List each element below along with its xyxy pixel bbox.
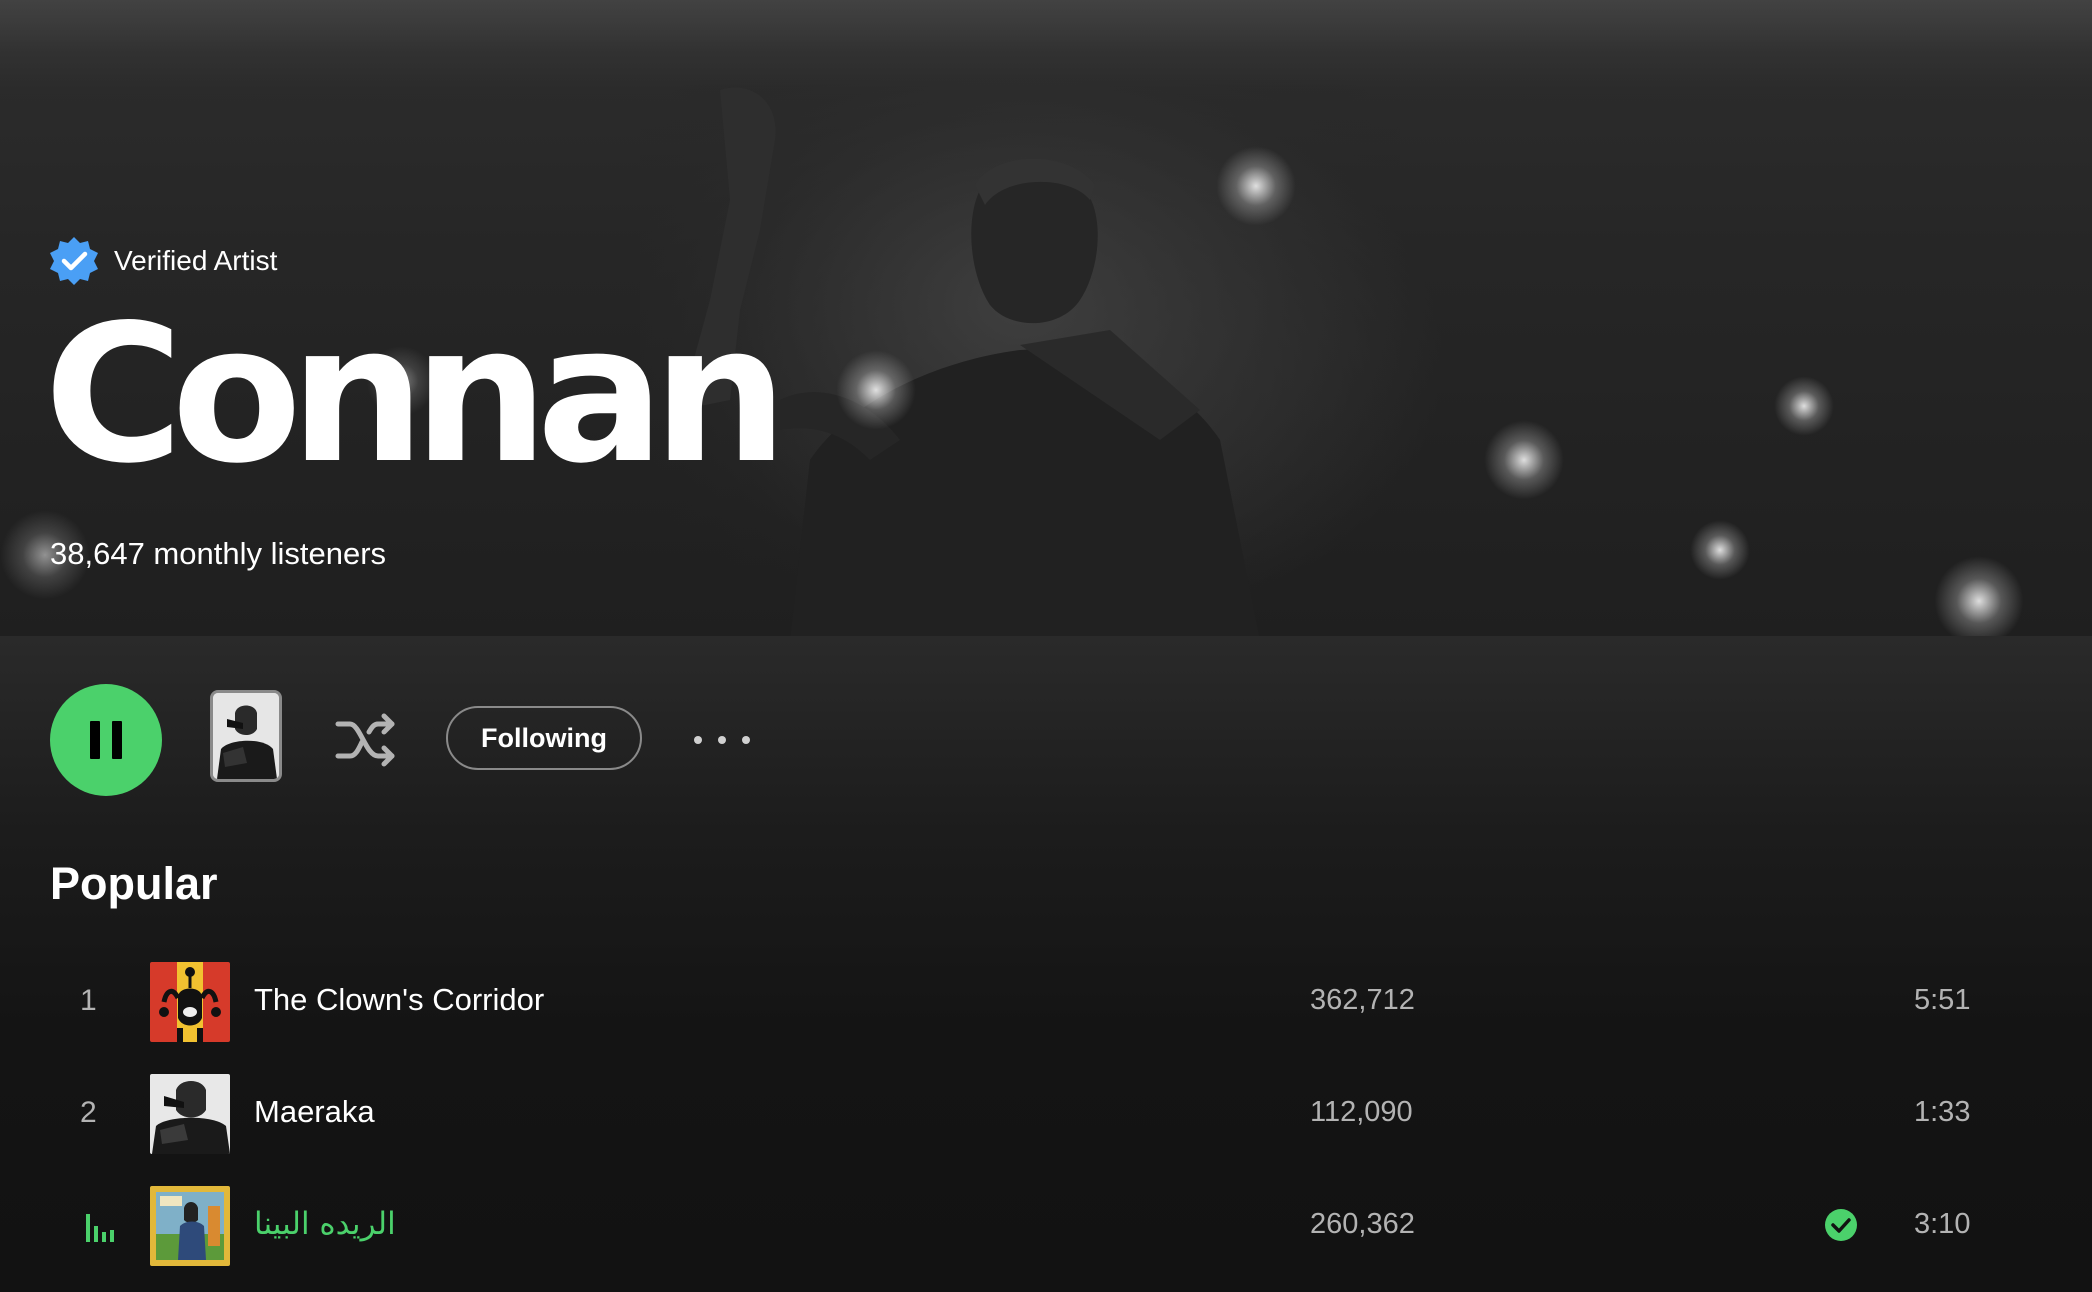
track-index: 1 xyxy=(80,984,97,1017)
bokeh-light xyxy=(1216,146,1296,226)
action-bar: Following xyxy=(50,684,1050,796)
equalizer-icon xyxy=(86,1214,114,1242)
pause-icon xyxy=(90,721,122,759)
bokeh-light xyxy=(1774,376,1834,436)
track-cover-art xyxy=(150,1074,230,1154)
track-cover-art xyxy=(150,962,230,1042)
artist-content: Following Popular 1 The Clown's Corridor… xyxy=(0,636,2092,1292)
more-options-icon[interactable] xyxy=(690,720,754,760)
track-play-count: 112,090 xyxy=(1310,1096,1413,1128)
track-title[interactable]: Maeraka xyxy=(254,1094,375,1130)
track-title[interactable]: The Clown's Corridor xyxy=(254,982,544,1018)
saved-check-icon[interactable] xyxy=(1824,1208,1858,1242)
artist-thumbnail-image xyxy=(213,693,279,779)
track-duration: 3:10 xyxy=(1914,1208,1971,1240)
shuffle-icon[interactable] xyxy=(332,706,400,774)
bokeh-light xyxy=(1690,520,1750,580)
track-row-now-playing[interactable]: الريده البينا 260,362 3:10 xyxy=(50,1178,2040,1274)
verified-artist-label: Verified Artist xyxy=(114,245,278,276)
bokeh-light xyxy=(1484,420,1564,500)
bokeh-light xyxy=(836,350,916,430)
track-duration: 5:51 xyxy=(1914,984,1971,1016)
track-index: 2 xyxy=(80,1096,97,1129)
track-play-count: 362,712 xyxy=(1310,984,1415,1016)
hero-top-shade xyxy=(0,0,2092,90)
following-button[interactable]: Following xyxy=(446,706,642,770)
popular-section-title: Popular xyxy=(50,858,218,909)
track-cover-art xyxy=(150,1186,230,1266)
track-play-count: 260,362 xyxy=(1310,1208,1415,1240)
artist-thumbnail-button[interactable] xyxy=(210,690,282,782)
track-row[interactable]: 1 The Clown's Corridor 362,712 5:51 xyxy=(50,954,2040,1050)
artist-name: Connan xyxy=(44,284,788,505)
artist-header: Verified Artist Connan 38,647 monthly li… xyxy=(0,0,2092,636)
track-row[interactable]: 2 Maeraka 112,090 1:33 xyxy=(50,1066,2040,1162)
track-title[interactable]: الريده البينا xyxy=(254,1206,396,1242)
verified-badge-icon xyxy=(50,237,98,285)
pause-button[interactable] xyxy=(50,684,162,796)
track-duration: 1:33 xyxy=(1914,1096,1971,1128)
verified-artist-row: Verified Artist xyxy=(48,236,277,286)
bokeh-light xyxy=(1934,556,2024,636)
monthly-listeners: 38,647 monthly listeners xyxy=(50,536,387,571)
